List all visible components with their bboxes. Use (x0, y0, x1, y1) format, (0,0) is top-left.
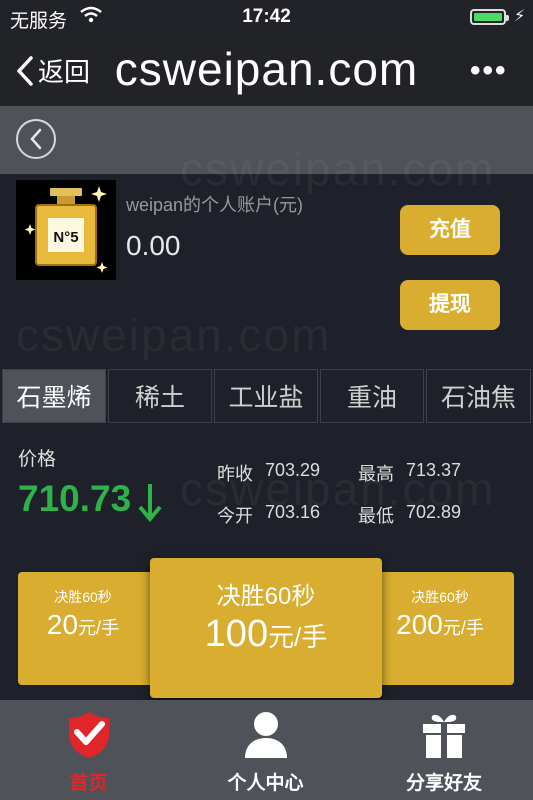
status-bar: 无服务 17:42 ⚡ (0, 0, 533, 34)
back-button[interactable]: 返回 (16, 52, 90, 89)
open-value: 703.16 (265, 502, 321, 522)
tab-profile-label: 个人中心 (227, 773, 304, 794)
account-panel: N°5 weipan的个人账户(元) 0.00 充值 提现 (0, 174, 533, 366)
tab-share[interactable]: 分享好友 (355, 700, 533, 800)
tab-home-label: 首页 (69, 773, 108, 794)
circle-back-button[interactable] (16, 119, 56, 159)
bottom-tab-bar: 首页 个人中心 分享好友 (0, 700, 533, 800)
chevron-left-icon (30, 128, 42, 150)
low-value: 702.89 (406, 502, 462, 522)
card-amount: 200 (396, 609, 443, 640)
clock: 17:42 (242, 6, 291, 27)
current-price: 710.73 (18, 478, 132, 519)
chevron-left-icon (17, 55, 33, 86)
card-amount: 20 (46, 609, 79, 640)
more-menu-button[interactable]: ••• (470, 54, 508, 88)
tab-share-label: 分享好友 (405, 773, 482, 794)
account-title: weipan的个人账户(元) (126, 195, 304, 215)
high-value: 713.37 (406, 460, 462, 480)
open-label: 今开 (217, 506, 253, 526)
card-unit: 元/手 (78, 618, 120, 638)
tab-rare-earth[interactable]: 稀土 (108, 369, 212, 423)
card-caption: 决胜60秒 (411, 589, 469, 605)
tab-graphene[interactable]: 石墨烯 (2, 369, 106, 423)
tab-home[interactable]: 首页 (0, 700, 177, 800)
withdraw-button[interactable]: 提现 (400, 280, 500, 330)
sub-header (0, 106, 533, 174)
person-icon (244, 712, 287, 758)
shield-check-icon (68, 712, 109, 758)
tab-profile[interactable]: 个人中心 (177, 700, 354, 800)
arrow-down-icon (138, 482, 162, 527)
card-caption: 决胜60秒 (216, 583, 316, 610)
prev-close-value: 703.29 (265, 460, 321, 480)
commodity-tabs: 石墨烯 稀土 工业盐 重油 石油焦 (2, 369, 533, 425)
recharge-button[interactable]: 充值 (400, 205, 500, 255)
navigation-bar: csweipan.com 返回 ••• (0, 34, 533, 106)
tab-industrial-salt[interactable]: 工业盐 (214, 369, 318, 423)
battery-icon (470, 9, 509, 25)
high-label: 最高 (358, 464, 394, 484)
back-label: 返回 (38, 57, 91, 87)
charging-bolt-icon: ⚡ (514, 8, 526, 25)
prev-close-label: 昨收 (217, 464, 253, 484)
svg-text:N°5: N°5 (53, 229, 78, 246)
account-balance: 0.00 (126, 230, 181, 261)
low-label: 最低 (358, 506, 394, 526)
tab-heavy-oil[interactable]: 重油 (320, 369, 424, 423)
avatar: N°5 (16, 180, 116, 280)
card-unit: 元/手 (442, 618, 484, 638)
tab-petroleum-coke[interactable]: 石油焦 (426, 369, 531, 423)
price-label: 价格 (18, 449, 57, 470)
contract-card-100[interactable]: 决胜60秒 100元/手 (150, 558, 382, 698)
gift-icon (423, 714, 465, 758)
card-amount: 100 (204, 613, 269, 655)
card-unit: 元/手 (268, 622, 328, 652)
